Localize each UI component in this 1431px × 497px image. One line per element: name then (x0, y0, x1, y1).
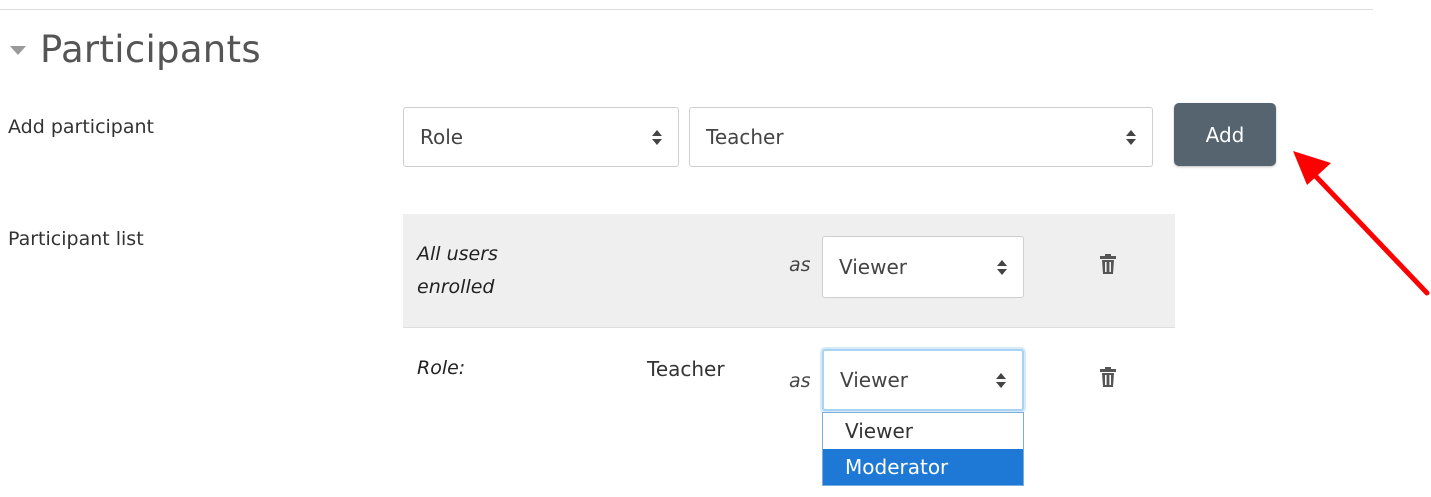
trash-icon[interactable] (1099, 367, 1117, 387)
annotation-arrow-icon (1293, 151, 1430, 296)
subject-line-2: enrolled (417, 276, 495, 298)
role-name: Teacher (647, 357, 725, 381)
participant-row-all-users: All users enrolled as Viewer (403, 214, 1175, 328)
select-updown-icon (652, 129, 662, 145)
participant-row-role: Role: Teacher as Viewer (403, 328, 1175, 458)
dropdown-option-moderator[interactable]: Moderator (823, 449, 1023, 485)
add-participant-label: Add participant (8, 116, 154, 138)
add-participant-button[interactable]: Add (1174, 103, 1276, 166)
as-label: as (789, 370, 811, 392)
participant-type-value: Role (420, 125, 464, 149)
permission-value: Viewer (839, 255, 907, 279)
section-title: Participants (40, 27, 261, 71)
permission-select[interactable]: Viewer (822, 236, 1024, 298)
as-label: as (789, 254, 811, 276)
participant-value-value: Teacher (706, 125, 784, 149)
select-updown-icon (997, 259, 1007, 275)
participants-section-toggle[interactable]: Participants (10, 24, 261, 74)
select-updown-icon (996, 372, 1006, 388)
trash-icon[interactable] (1099, 254, 1117, 274)
participant-list-label: Participant list (8, 228, 144, 250)
participant-list: All users enrolled as Viewer Role: Teach… (403, 214, 1175, 486)
permission-select-focused[interactable]: Viewer (822, 349, 1024, 411)
select-updown-icon (1126, 129, 1136, 145)
permission-dropdown-list: Viewer Moderator (822, 412, 1024, 486)
participant-subject: All users enrolled (417, 238, 498, 304)
participant-subject: Role: (417, 357, 466, 379)
dropdown-option-viewer[interactable]: Viewer (823, 413, 1023, 449)
participant-type-select[interactable]: Role (403, 107, 679, 167)
subject-line-1: All users (417, 243, 498, 265)
participant-value-select[interactable]: Teacher (689, 107, 1153, 167)
section-divider (0, 9, 1373, 10)
permission-value: Viewer (840, 368, 908, 392)
collapse-triangle-icon (10, 45, 26, 55)
